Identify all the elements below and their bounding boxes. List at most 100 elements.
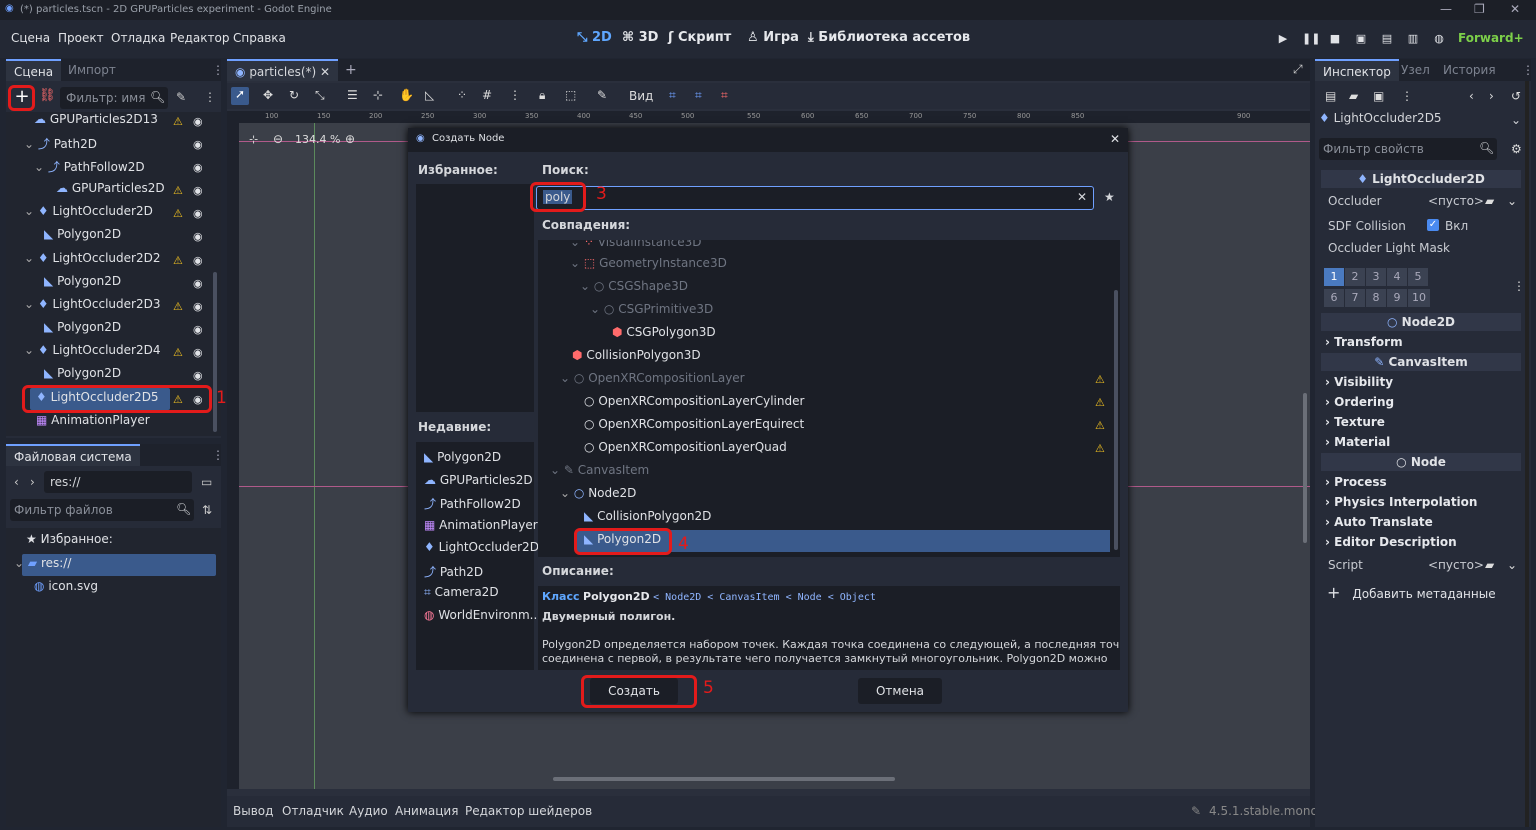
renderer-select[interactable]: Forward+ [1458, 31, 1524, 45]
remote-debug-icon[interactable]: ▣ [1354, 32, 1368, 46]
tree-node-lightoccluder2d3[interactable]: ⌄ ♦ LightOccluder2D3 [24, 297, 160, 319]
grid-snap-icon[interactable]: # [482, 88, 492, 102]
horizontal-scrollbar[interactable] [553, 777, 895, 781]
key-scale-icon[interactable]: ⌗ [721, 88, 728, 103]
match-canvasitem[interactable]: ⌄ ✎ CanvasItem [550, 463, 649, 477]
dock-menu-icon[interactable]: ⋮ [212, 63, 224, 77]
tab-shader-editor[interactable]: Редактор шейдеров [465, 804, 592, 818]
warning-icon[interactable]: ⚠ [173, 254, 183, 267]
vertical-scrollbar[interactable] [1303, 393, 1307, 543]
workspace-script[interactable]: ʃ Скрипт [668, 30, 731, 45]
tab-inspector[interactable]: Инспектор [1315, 59, 1399, 81]
lock-icon[interactable]: 🔒︎ [539, 88, 545, 103]
tab-output[interactable]: Вывод [233, 804, 273, 818]
back-icon[interactable]: ‹ [14, 475, 19, 489]
match-csgshape3d[interactable]: ⌄ ○ CSGShape3D [580, 279, 688, 293]
recent-item[interactable]: ⤴ Path2D [424, 563, 483, 580]
match-csgpolygon3d[interactable]: ⬢ CSGPolygon3D [612, 325, 716, 339]
ruler-tool-icon[interactable]: ◺ [425, 88, 434, 102]
visibility-eye-icon[interactable]: ◉ [193, 346, 203, 359]
match-openxrcompositionlayer[interactable]: ⌄ ○ OpenXRCompositionLayer [560, 371, 745, 385]
match-node2d[interactable]: ⌄ ○ Node2D [560, 486, 636, 500]
visibility-eye-icon[interactable]: ◉ [193, 369, 203, 382]
favorites-list[interactable] [416, 184, 534, 412]
group-icon[interactable]: ⬚ [565, 88, 576, 102]
menu-scene[interactable]: Сцена [11, 31, 50, 45]
match-openxr-equirect[interactable]: ○ OpenXRCompositionLayerEquirect [584, 417, 804, 431]
group-transform[interactable]: › Transform [1325, 335, 1403, 349]
tree-node-lightoccluder2d2[interactable]: ⌄ ♦ LightOccluder2D2 [24, 251, 160, 273]
scene-menu-icon[interactable]: ⋮ [204, 90, 216, 104]
pan-tool-icon[interactable]: ✋ [399, 88, 414, 102]
tree-node-lightoccluder2d4[interactable]: ⌄ ♦ LightOccluder2D4 [24, 343, 160, 365]
recent-item[interactable]: ⤴ PathFollow2D [424, 495, 521, 512]
load-icon[interactable]: ▰ [1485, 194, 1494, 208]
save-resource-icon[interactable]: ▣ [1373, 89, 1384, 103]
visibility-eye-icon[interactable]: ◉ [193, 161, 203, 174]
tree-node-gpuparticles2d13[interactable]: ☁ GPUParticles2D13 [34, 112, 158, 134]
warning-icon[interactable]: ⚠ [173, 346, 183, 359]
workspace-2d[interactable]: ⤡ 2D [577, 30, 612, 45]
sort-icon[interactable]: ⇅ [202, 503, 212, 517]
chevron-down-icon[interactable]: ⌄ [1507, 558, 1517, 572]
recent-item[interactable]: ▦ AnimationPlayer [424, 518, 538, 532]
tree-node-polygon2d[interactable]: ◣ Polygon2D [44, 227, 121, 249]
recent-item[interactable]: ☁ GPUParticles2D [424, 473, 533, 487]
new-resource-icon[interactable]: ▤ [1325, 89, 1336, 103]
attach-script-icon[interactable]: ✎ [176, 90, 186, 104]
mask-layer-8[interactable]: 8 [1366, 289, 1386, 307]
search-input[interactable]: poly ✕ [536, 186, 1094, 210]
tab-scene[interactable]: Сцена [6, 59, 62, 81]
group-editor-description[interactable]: › Editor Description [1325, 535, 1457, 549]
visibility-eye-icon[interactable]: ◉ [193, 254, 203, 267]
add-tab-icon[interactable]: + [345, 62, 357, 78]
warning-icon[interactable]: ⚠ [173, 207, 183, 220]
open-resource-icon[interactable]: ▰ [1349, 89, 1358, 103]
view-menu[interactable]: Вид [629, 89, 653, 103]
forward-icon[interactable]: › [30, 475, 35, 489]
mask-layer-5[interactable]: 5 [1408, 268, 1428, 286]
file-icon-svg[interactable]: ◍ icon.svg [34, 579, 98, 601]
recent-item[interactable]: ◣ Polygon2D [424, 450, 501, 464]
zoom-in-icon[interactable]: ⊕ [345, 132, 355, 146]
match-geometryinstance3d[interactable]: ⌄ ⬚ GeometryInstance3D [570, 256, 727, 270]
warning-icon[interactable]: ⚠ [173, 115, 183, 128]
menu-debug[interactable]: Отладка [111, 31, 165, 45]
tab-history[interactable]: История [1435, 59, 1504, 81]
inspector-scrollbar[interactable] [1525, 81, 1529, 827]
tree-node-lightoccluder2d[interactable]: ⌄ ♦ LightOccluder2D [24, 204, 153, 226]
property-settings-icon[interactable]: ⚙ [1511, 142, 1522, 156]
mask-layer-6[interactable]: 6 [1324, 289, 1344, 307]
visibility-eye-icon[interactable]: ◉ [193, 277, 203, 290]
key-rotation-icon[interactable]: ⌗ [695, 88, 702, 103]
favorites-item[interactable]: ★ Избранное: [26, 532, 113, 554]
match-openxr-cylinder[interactable]: ○ OpenXRCompositionLayerCylinder [584, 394, 804, 408]
tree-node-polygon2d-3[interactable]: ◣ Polygon2D [44, 320, 121, 342]
tab-audio[interactable]: Аудио [349, 804, 388, 818]
workspace-assetlib[interactable]: ⤓ Библиотека ассетов [808, 30, 970, 45]
mask-layer-2[interactable]: 2 [1345, 268, 1365, 286]
minimize-icon[interactable]: — [1440, 2, 1452, 16]
close-tab-icon[interactable]: ✕ [320, 65, 330, 79]
matches-scrollbar[interactable] [1114, 290, 1118, 550]
clear-icon[interactable]: ✕ [1077, 190, 1087, 204]
visibility-eye-icon[interactable]: ◉ [193, 138, 203, 151]
visibility-eye-icon[interactable]: ◉ [193, 207, 203, 220]
mask-menu-icon[interactable]: ⋮ [1513, 279, 1525, 293]
warning-icon[interactable]: ⚠ [173, 184, 183, 197]
group-material[interactable]: › Material [1325, 435, 1390, 449]
split-mode-icon[interactable]: ▭ [201, 475, 212, 489]
group-visibility[interactable]: › Visibility [1325, 375, 1393, 389]
restore-icon[interactable]: ❐ [1474, 2, 1485, 16]
group-physics-interpolation[interactable]: › Physics Interpolation [1325, 495, 1477, 509]
dock-menu-icon[interactable]: ⋮ [212, 448, 224, 462]
mask-layer-3[interactable]: 3 [1366, 268, 1386, 286]
close-icon[interactable]: ✕ [1110, 132, 1120, 146]
resource-menu-icon[interactable]: ⋮ [1401, 89, 1413, 103]
group-texture[interactable]: › Texture [1325, 415, 1385, 429]
property-filter-input[interactable]: Фильтр свойств 🔍︎ [1319, 138, 1497, 160]
menu-project[interactable]: Проект [58, 31, 104, 45]
tab-debugger[interactable]: Отладчик [282, 804, 344, 818]
tree-node-polygon2d-2[interactable]: ◣ Polygon2D [44, 274, 121, 296]
menu-help[interactable]: Справка [233, 31, 286, 45]
